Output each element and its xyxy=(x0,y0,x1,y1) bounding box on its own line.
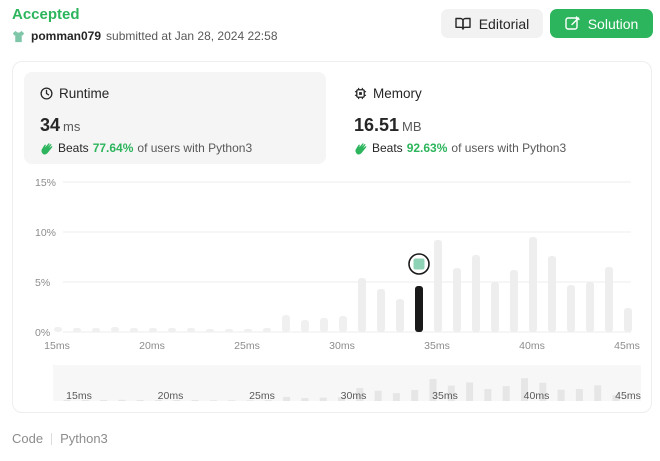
overview-bar xyxy=(283,396,291,401)
avatar[interactable] xyxy=(12,30,25,43)
chart-bar[interactable] xyxy=(73,328,81,332)
x-tick-label: 25ms xyxy=(234,340,260,352)
chart-bar[interactable] xyxy=(130,328,138,332)
submission-status: Accepted xyxy=(12,6,80,23)
performance-card: Runtime 34 ms Beats 77.64% of users with … xyxy=(12,61,652,413)
overview-bar xyxy=(466,382,474,401)
chart-bar[interactable] xyxy=(586,282,594,332)
overview-bar xyxy=(319,397,327,401)
x-tick-label: 20ms xyxy=(139,340,165,352)
chart-bar[interactable] xyxy=(396,299,404,332)
solution-label: Solution xyxy=(587,15,639,32)
editorial-label: Editorial xyxy=(478,15,530,32)
overview-tick-label: 15ms xyxy=(66,390,92,402)
chart-bar[interactable] xyxy=(92,328,100,332)
x-tick-label: 35ms xyxy=(424,340,450,352)
x-tick-label: 30ms xyxy=(329,340,355,352)
chart-bar[interactable] xyxy=(187,328,195,332)
chart-bar[interactable] xyxy=(434,240,442,332)
overview-tick-label: 30ms xyxy=(341,390,367,402)
chart-bar[interactable] xyxy=(206,329,214,332)
overview-bar xyxy=(392,393,400,401)
book-icon xyxy=(455,17,471,30)
username-link[interactable]: pomman079 xyxy=(31,29,101,43)
overview-tick-label: 25ms xyxy=(249,390,275,402)
x-tick-label: 40ms xyxy=(519,340,545,352)
overview-bar xyxy=(191,400,199,401)
submitter-line: pomman079 submitted at Jan 28, 2024 22:5… xyxy=(12,29,278,43)
overview-bar xyxy=(228,400,236,401)
chart-bar[interactable] xyxy=(244,329,252,332)
chart-bar[interactable] xyxy=(624,308,632,332)
edit-icon xyxy=(565,16,580,30)
chart-bar[interactable] xyxy=(529,237,537,332)
submitted-timestamp: submitted at Jan 28, 2024 22:58 xyxy=(106,29,278,43)
chart-bar[interactable] xyxy=(377,289,385,332)
x-tick-label: 45ms xyxy=(614,340,640,352)
editorial-button[interactable]: Editorial xyxy=(441,9,543,38)
overview-bar xyxy=(575,389,583,401)
chart-bar[interactable] xyxy=(453,268,461,332)
chart-bar[interactable] xyxy=(301,320,309,332)
language-label: Python3 xyxy=(60,431,108,446)
overview-bar xyxy=(100,400,108,401)
overview-bar xyxy=(411,389,419,401)
y-tick-label: 10% xyxy=(35,227,56,239)
overview-tick-label: 40ms xyxy=(524,390,550,402)
runtime-distribution-chart[interactable]: 0% 5% 10% 15% 15ms 20ms 25ms 30ms 35ms 40ms 45ms 15… xyxy=(13,62,653,414)
overview-tick-label: 20ms xyxy=(158,390,184,402)
code-footer: Code Python3 xyxy=(12,431,108,446)
overview-bar xyxy=(374,390,382,401)
chart-bar[interactable] xyxy=(510,270,518,332)
overview-bar xyxy=(594,385,602,401)
chart-bar[interactable] xyxy=(339,316,347,332)
chart-bar[interactable] xyxy=(548,256,556,332)
overview-tick-label: 45ms xyxy=(615,390,641,402)
chart-bar[interactable] xyxy=(472,255,480,332)
chart-bar[interactable] xyxy=(168,328,176,332)
overview-bar xyxy=(118,399,126,401)
chart-bar[interactable] xyxy=(320,318,328,332)
chart-bar[interactable] xyxy=(491,282,499,332)
y-tick-label: 0% xyxy=(35,327,50,339)
code-tab[interactable]: Code xyxy=(12,431,43,446)
chart-bar[interactable] xyxy=(111,327,119,332)
user-avatar-icon xyxy=(413,258,425,270)
selected-bar[interactable] xyxy=(415,286,423,332)
x-tick-label: 15ms xyxy=(44,340,70,352)
chart-bar[interactable] xyxy=(263,328,271,332)
chart-bar[interactable] xyxy=(149,328,157,332)
overview-bar xyxy=(484,389,492,401)
overview-bar xyxy=(209,400,217,401)
chart-bar[interactable] xyxy=(282,315,290,332)
chart-bar[interactable] xyxy=(358,278,366,332)
chart-bar[interactable] xyxy=(605,267,613,332)
overview-tick-label: 35ms xyxy=(432,390,458,402)
overview-bar xyxy=(502,386,510,401)
footer-divider xyxy=(51,432,53,445)
overview-bar xyxy=(301,398,309,401)
y-tick-label: 5% xyxy=(35,277,50,289)
y-tick-label: 15% xyxy=(35,177,56,189)
chart-bar[interactable] xyxy=(225,329,233,332)
solution-button[interactable]: Solution xyxy=(550,9,653,38)
chart-bar[interactable] xyxy=(567,285,575,332)
overview-bar xyxy=(136,400,144,401)
overview-bar xyxy=(557,389,565,401)
chart-bar[interactable] xyxy=(54,327,62,332)
